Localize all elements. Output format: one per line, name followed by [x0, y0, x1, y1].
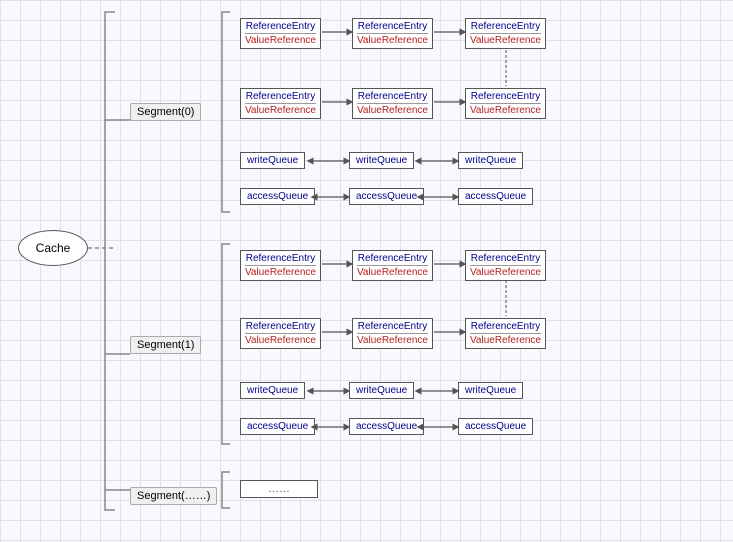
cache-label: Cache — [36, 241, 71, 255]
seg0-writequeue-2: writeQueue — [349, 152, 414, 169]
cache-node: Cache — [18, 230, 88, 266]
seg0-writequeue-1: writeQueue — [240, 152, 305, 169]
seg0-row1-entry3: ReferenceEntry ValueReference — [465, 18, 546, 49]
seg0-row2-entry2: ReferenceEntry ValueReference — [352, 88, 433, 119]
seg0-row2-entry1: ReferenceEntry ValueReference — [240, 88, 321, 119]
seg1-row2-entry3: ReferenceEntry ValueReference — [465, 318, 546, 349]
seg1-row1-entry3: ReferenceEntry ValueReference — [465, 250, 546, 281]
seg-dots-box: …… — [240, 480, 318, 498]
segment-0-label: Segment(0) — [130, 103, 201, 121]
canvas: Cache Segment(0) Segment(1) Segment(……) … — [0, 0, 733, 542]
seg1-accessqueue-3: accessQueue — [458, 418, 533, 435]
seg1-writequeue-2: writeQueue — [349, 382, 414, 399]
seg0-row1-entry1: ReferenceEntry ValueReference — [240, 18, 321, 49]
seg1-row1-entry2: ReferenceEntry ValueReference — [352, 250, 433, 281]
segment-dots-label: Segment(……) — [130, 487, 217, 505]
seg1-row2-entry2: ReferenceEntry ValueReference — [352, 318, 433, 349]
segment-1-label: Segment(1) — [130, 336, 201, 354]
seg0-accessqueue-1: accessQueue — [240, 188, 315, 205]
seg1-row2-entry1: ReferenceEntry ValueReference — [240, 318, 321, 349]
seg1-accessqueue-2: accessQueue — [349, 418, 424, 435]
seg1-writequeue-1: writeQueue — [240, 382, 305, 399]
seg1-row1-entry1: ReferenceEntry ValueReference — [240, 250, 321, 281]
seg1-writequeue-3: writeQueue — [458, 382, 523, 399]
seg0-row2-entry3: ReferenceEntry ValueReference — [465, 88, 546, 119]
seg0-row1-entry2: ReferenceEntry ValueReference — [352, 18, 433, 49]
seg0-writequeue-3: writeQueue — [458, 152, 523, 169]
seg0-accessqueue-2: accessQueue — [349, 188, 424, 205]
seg0-accessqueue-3: accessQueue — [458, 188, 533, 205]
seg1-accessqueue-1: accessQueue — [240, 418, 315, 435]
